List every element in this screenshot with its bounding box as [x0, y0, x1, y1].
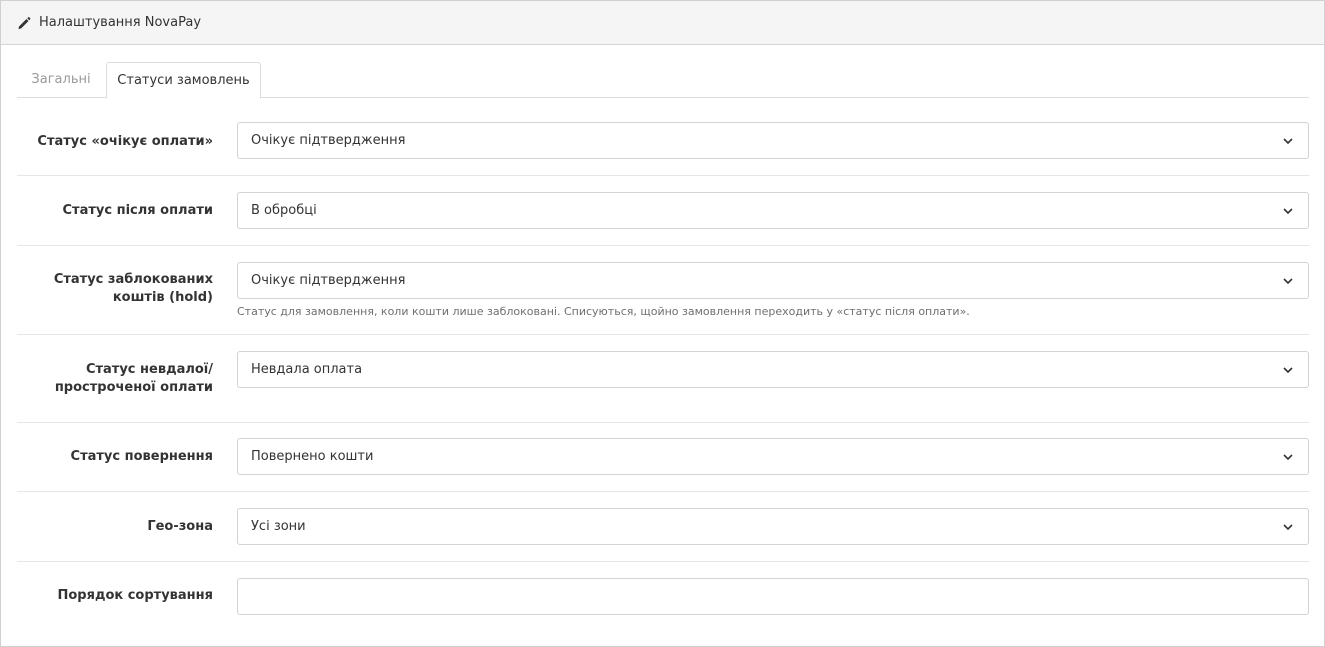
- settings-panel: Налаштування NovaPay Загальні Статуси за…: [0, 0, 1325, 647]
- chevron-down-icon: [1283, 454, 1293, 461]
- paid-status-label: Статус після оплати: [62, 203, 213, 218]
- form-row-failed-status: Статус невдалої/ простроченої оплати Нев…: [17, 335, 1309, 423]
- chevron-down-icon: [1283, 367, 1293, 374]
- pending-status-select[interactable]: Очікує підтвердження: [237, 122, 1309, 159]
- hold-status-value: Очікує підтвердження: [251, 273, 406, 288]
- form-row-paid-status: Статус після оплати В обробці: [17, 176, 1309, 246]
- chevron-down-icon: [1283, 278, 1293, 285]
- refund-status-value: Повернено кошти: [251, 449, 374, 464]
- pending-status-label: Статус «очікує оплати»: [37, 134, 213, 149]
- chevron-down-icon: [1283, 524, 1293, 531]
- geozone-label: Гео-зона: [147, 519, 213, 534]
- hold-status-label-line1: Статус заблокованих: [53, 272, 213, 287]
- tab-order-statuses[interactable]: Статуси замовлень: [106, 62, 261, 99]
- chevron-down-icon: [1283, 208, 1293, 215]
- sort-order-label: Порядок сортування: [57, 588, 213, 603]
- refund-status-select[interactable]: Повернено кошти: [237, 438, 1309, 475]
- panel-heading: Налаштування NovaPay: [1, 1, 1324, 45]
- hold-status-label-line2: коштів (hold): [112, 290, 213, 305]
- tab-general[interactable]: Загальні: [17, 62, 105, 98]
- form-row-hold-status: Статус заблокованих коштів (hold) Очікує…: [17, 246, 1309, 335]
- panel-title: Налаштування NovaPay: [39, 15, 202, 30]
- hold-status-help-text: Статус для замовлення, коли кошти лише з…: [237, 305, 970, 318]
- failed-status-value: Невдала оплата: [251, 362, 363, 377]
- paid-status-value: В обробці: [251, 203, 317, 218]
- form-row-geozone: Гео-зона Усі зони: [17, 492, 1309, 562]
- form-row-refund-status: Статус повернення Повернено кошти: [17, 423, 1309, 492]
- failed-status-label-line2: простроченої оплати: [54, 380, 213, 395]
- refund-status-label: Статус повернення: [70, 449, 213, 464]
- hold-status-select[interactable]: Очікує підтвердження: [237, 262, 1309, 299]
- failed-status-label: Статус невдалої/ простроченої оплати: [17, 361, 213, 397]
- pending-status-value: Очікує підтвердження: [251, 133, 406, 148]
- hold-status-label: Статус заблокованих коштів (hold): [17, 271, 213, 307]
- form-row-pending-status: Статус «очікує оплати» Очікує підтвердже…: [17, 105, 1309, 176]
- failed-status-label-line1: Статус невдалої/: [85, 362, 213, 377]
- form-row-sort-order: Порядок сортування: [17, 562, 1309, 632]
- tab-bar: Загальні Статуси замовлень: [17, 62, 1309, 99]
- geozone-select[interactable]: Усі зони: [237, 508, 1309, 545]
- paid-status-select[interactable]: В обробці: [237, 192, 1309, 229]
- chevron-down-icon: [1283, 138, 1293, 145]
- failed-status-select[interactable]: Невдала оплата: [237, 351, 1309, 388]
- sort-order-input[interactable]: [237, 578, 1309, 615]
- pencil-icon: [17, 16, 31, 30]
- geozone-value: Усі зони: [251, 519, 306, 534]
